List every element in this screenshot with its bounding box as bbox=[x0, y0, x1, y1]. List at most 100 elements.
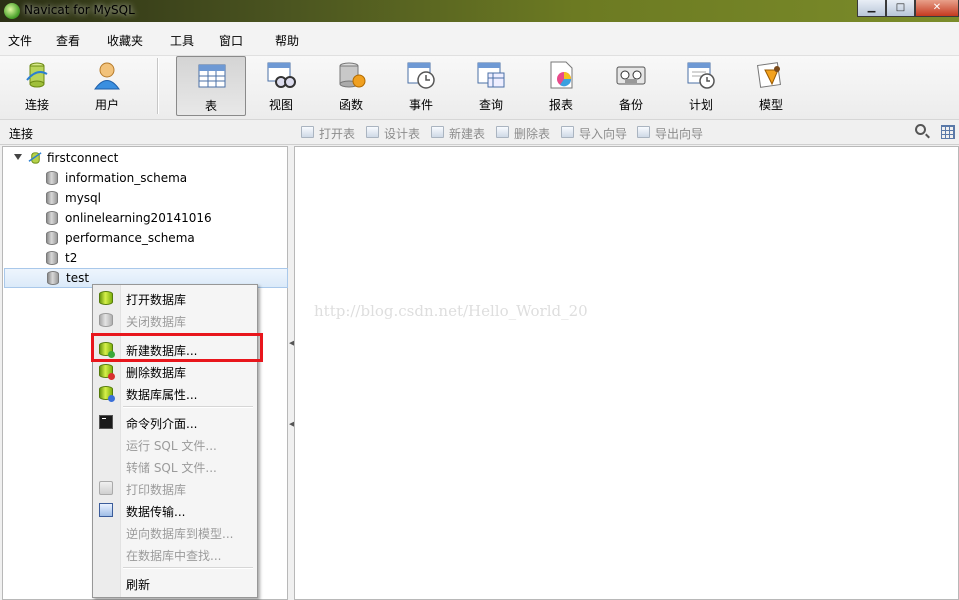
printer-icon bbox=[99, 481, 113, 495]
close-button[interactable]: ✕ bbox=[915, 0, 959, 17]
menu-bar: 文件 查看 收藏夹 工具 窗口 帮助 bbox=[0, 22, 959, 56]
new-table-button[interactable]: 新建表 bbox=[431, 125, 485, 142]
toolbar-view-button[interactable]: 视图 bbox=[250, 56, 312, 116]
new-table-icon bbox=[431, 126, 444, 138]
import-wizard-button[interactable]: 导入向导 bbox=[561, 125, 627, 142]
menu-item-label: 命令列介面... bbox=[126, 417, 198, 431]
toolbar-label: 计划 bbox=[688, 98, 713, 112]
design-table-button[interactable]: 设计表 bbox=[366, 125, 420, 142]
tree-database-label: t2 bbox=[65, 251, 78, 265]
object-toolbar: 连接 打开表 设计表 新建表 删除表 导入向导 导出向导 bbox=[0, 120, 959, 145]
close-database-icon bbox=[99, 313, 113, 327]
toolbar-event-button[interactable]: 事件 bbox=[390, 56, 452, 116]
connection-panel-title: 连接 bbox=[9, 127, 34, 141]
menu-favorites[interactable]: 收藏夹 bbox=[107, 32, 143, 49]
delete-table-button[interactable]: 删除表 bbox=[496, 125, 550, 142]
window-controls: ▁ □ ✕ bbox=[857, 0, 959, 18]
toolbar-label: 连接 bbox=[24, 98, 49, 112]
tree-database-item[interactable]: mysql bbox=[3, 188, 286, 208]
navicat-logo-icon bbox=[4, 3, 20, 19]
toolbar-user-button[interactable]: 用户 bbox=[76, 56, 138, 116]
menu-file[interactable]: 文件 bbox=[8, 32, 32, 49]
maximize-button[interactable]: □ bbox=[886, 0, 915, 17]
toolbar-separator bbox=[157, 58, 159, 114]
new-table-label: 新建表 bbox=[449, 127, 486, 141]
menu-item-label: 在数据库中查找... bbox=[126, 549, 222, 563]
menu-help[interactable]: 帮助 bbox=[275, 32, 299, 49]
menu-item-label: 数据库属性... bbox=[126, 388, 198, 402]
toolbar-label: 备份 bbox=[618, 98, 643, 112]
schedule-icon bbox=[687, 62, 715, 89]
tree-database-item[interactable]: information_schema bbox=[3, 168, 286, 188]
open-database-icon bbox=[99, 291, 113, 305]
grid-view-icon[interactable] bbox=[941, 125, 955, 139]
data-transfer-icon bbox=[99, 503, 113, 517]
toolbar-query-button[interactable]: 查询 bbox=[460, 56, 522, 116]
tree-database-item[interactable]: t2 bbox=[3, 248, 286, 268]
open-table-icon bbox=[301, 126, 314, 138]
query-icon bbox=[477, 62, 505, 88]
menu-item-label: 打印数据库 bbox=[126, 483, 187, 497]
report-icon bbox=[550, 61, 573, 89]
database-context-menu: 打开数据库 关闭数据库 新建数据库... 删除数据库 数据库属性... 命令列介… bbox=[92, 284, 258, 598]
model-icon bbox=[757, 62, 781, 88]
backup-icon bbox=[616, 66, 646, 85]
tree-database-label: performance_schema bbox=[65, 231, 195, 245]
menu-separator bbox=[123, 406, 253, 408]
database-icon bbox=[46, 191, 58, 205]
table-icon bbox=[198, 64, 226, 88]
design-table-icon bbox=[366, 126, 379, 138]
watermark-text: http://blog.csdn.net/Hello_World_20 bbox=[314, 302, 588, 320]
menu-item-label: 运行 SQL 文件... bbox=[126, 439, 217, 453]
menu-item-delete-database[interactable]: 删除数据库 bbox=[93, 360, 257, 382]
toolbar-report-button[interactable]: 报表 bbox=[530, 56, 592, 116]
menu-item-command-line[interactable]: 命令列介面... bbox=[93, 411, 257, 433]
toolbar-function-button[interactable]: 函数 bbox=[320, 56, 382, 116]
toolbar-label: 报表 bbox=[548, 98, 573, 112]
menu-item-data-transfer[interactable]: 数据传输... bbox=[93, 499, 257, 521]
tree-database-item[interactable]: onlinelearning20141016 bbox=[3, 208, 286, 228]
import-wizard-label: 导入向导 bbox=[579, 127, 628, 141]
minimize-button[interactable]: ▁ bbox=[857, 0, 886, 17]
menu-item-print-database[interactable]: 打印数据库 bbox=[93, 477, 257, 499]
toolbar-backup-button[interactable]: 备份 bbox=[600, 56, 662, 116]
menu-item-label: 转储 SQL 文件... bbox=[126, 461, 217, 475]
database-icon bbox=[47, 271, 59, 285]
menu-item-database-properties[interactable]: 数据库属性... bbox=[93, 382, 257, 404]
database-icon bbox=[46, 211, 58, 225]
window-title: Navicat for MySQL bbox=[24, 3, 135, 17]
toolbar-label: 表 bbox=[204, 99, 217, 113]
menu-item-close-database[interactable]: 关闭数据库 bbox=[93, 309, 257, 331]
toolbar-model-button[interactable]: 模型 bbox=[740, 56, 802, 116]
toolbar-connection-button[interactable]: 连接 bbox=[6, 56, 68, 116]
tree-database-item[interactable]: performance_schema bbox=[3, 228, 286, 248]
menu-tools[interactable]: 工具 bbox=[170, 32, 194, 49]
export-wizard-icon bbox=[637, 126, 650, 138]
menu-item-reverse-to-model[interactable]: 逆向数据库到模型... bbox=[93, 521, 257, 543]
menu-view[interactable]: 查看 bbox=[56, 32, 80, 49]
toolbar-label: 模型 bbox=[758, 98, 783, 112]
delete-database-icon bbox=[99, 364, 115, 380]
object-list-panel[interactable] bbox=[294, 146, 959, 600]
annotation-highlight-box bbox=[91, 333, 263, 362]
open-table-label: 打开表 bbox=[319, 127, 356, 141]
menu-item-find-in-database[interactable]: 在数据库中查找... bbox=[93, 543, 257, 565]
menu-item-run-sql-file[interactable]: 运行 SQL 文件... bbox=[93, 433, 257, 455]
search-icon[interactable] bbox=[915, 124, 926, 135]
tree-connection-node[interactable]: firstconnect bbox=[3, 148, 286, 168]
menu-item-dump-sql-file[interactable]: 转储 SQL 文件... bbox=[93, 455, 257, 477]
toolbar-table-button[interactable]: 表 bbox=[176, 56, 246, 116]
menu-item-refresh[interactable]: 刷新 bbox=[93, 572, 257, 594]
connection-icon bbox=[28, 152, 42, 164]
menu-item-label: 关闭数据库 bbox=[126, 315, 187, 329]
menu-item-open-database[interactable]: 打开数据库 bbox=[93, 287, 257, 309]
toolbar-schedule-button[interactable]: 计划 bbox=[670, 56, 732, 116]
export-wizard-button[interactable]: 导出向导 bbox=[637, 125, 703, 142]
expand-arrow-icon[interactable] bbox=[14, 154, 22, 160]
menu-window[interactable]: 窗口 bbox=[219, 32, 243, 49]
tree-database-label: information_schema bbox=[65, 171, 188, 185]
view-icon bbox=[267, 62, 296, 88]
open-table-button[interactable]: 打开表 bbox=[301, 125, 355, 142]
title-bar: Navicat for MySQL ▁ □ ✕ bbox=[0, 0, 959, 22]
import-wizard-icon bbox=[561, 126, 574, 138]
